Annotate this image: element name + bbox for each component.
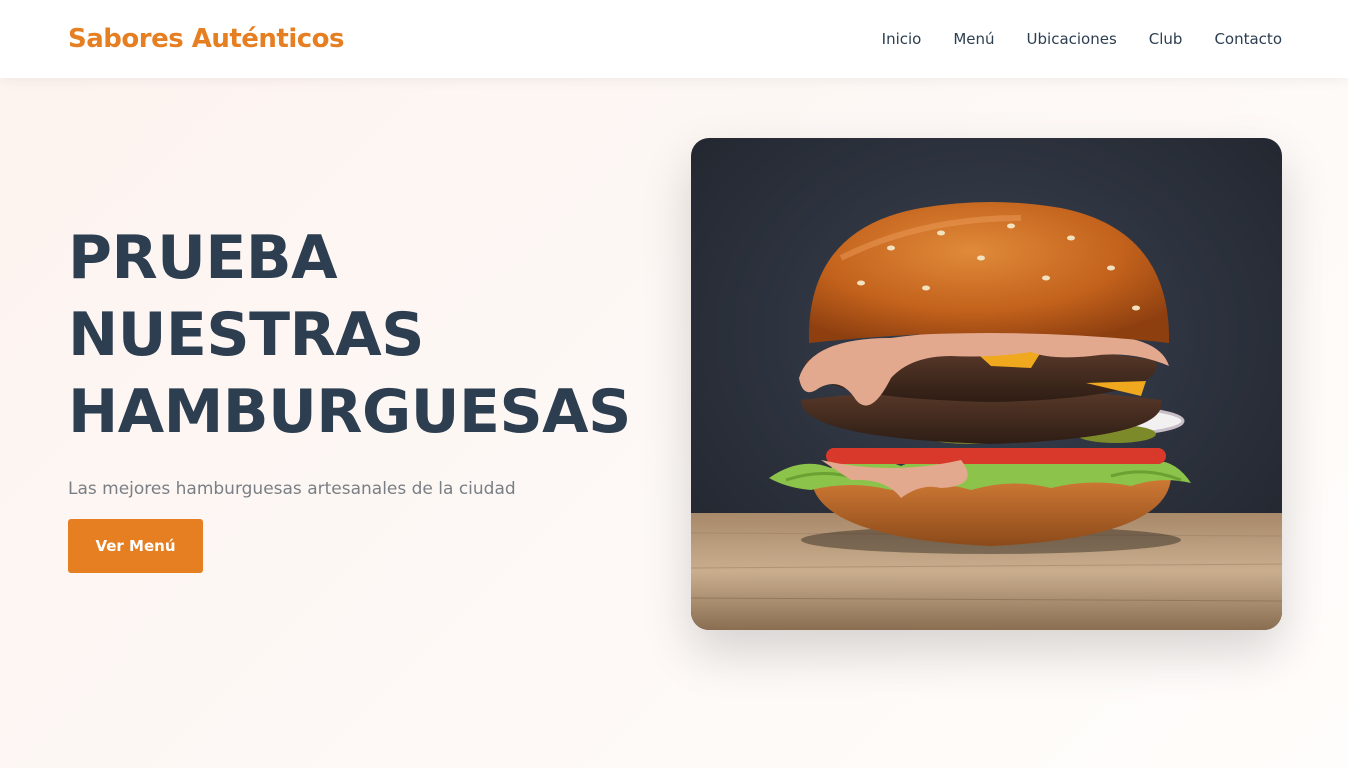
hero-title-line-2: NUESTRAS — [68, 300, 424, 370]
nav-item-club[interactable]: Club — [1149, 30, 1183, 48]
burger-photo — [691, 138, 1282, 630]
hero-title: PRUEBA NUESTRAS HAMBURGUESAS — [68, 220, 668, 451]
hero-title-line-3: HAMBURGUESAS — [68, 377, 631, 447]
hero-title-line-1: PRUEBA — [68, 223, 338, 293]
view-menu-button[interactable]: Ver Menú — [68, 519, 203, 573]
nav-item-contacto[interactable]: Contacto — [1214, 30, 1282, 48]
nav-item-ubicaciones[interactable]: Ubicaciones — [1027, 30, 1117, 48]
site-header: Sabores Auténticos Inicio Menú Ubicacion… — [0, 0, 1348, 78]
main-nav: Inicio Menú Ubicaciones Club Contacto — [882, 30, 1282, 48]
nav-item-menu[interactable]: Menú — [953, 30, 994, 48]
hero-section: PRUEBA NUESTRAS HAMBURGUESAS Las mejores… — [68, 220, 668, 573]
hero-subtitle: Las mejores hamburguesas artesanales de … — [68, 479, 516, 499]
burger-illustration — [691, 138, 1282, 630]
brand-logo[interactable]: Sabores Auténticos — [68, 24, 345, 54]
nav-item-inicio[interactable]: Inicio — [882, 30, 922, 48]
